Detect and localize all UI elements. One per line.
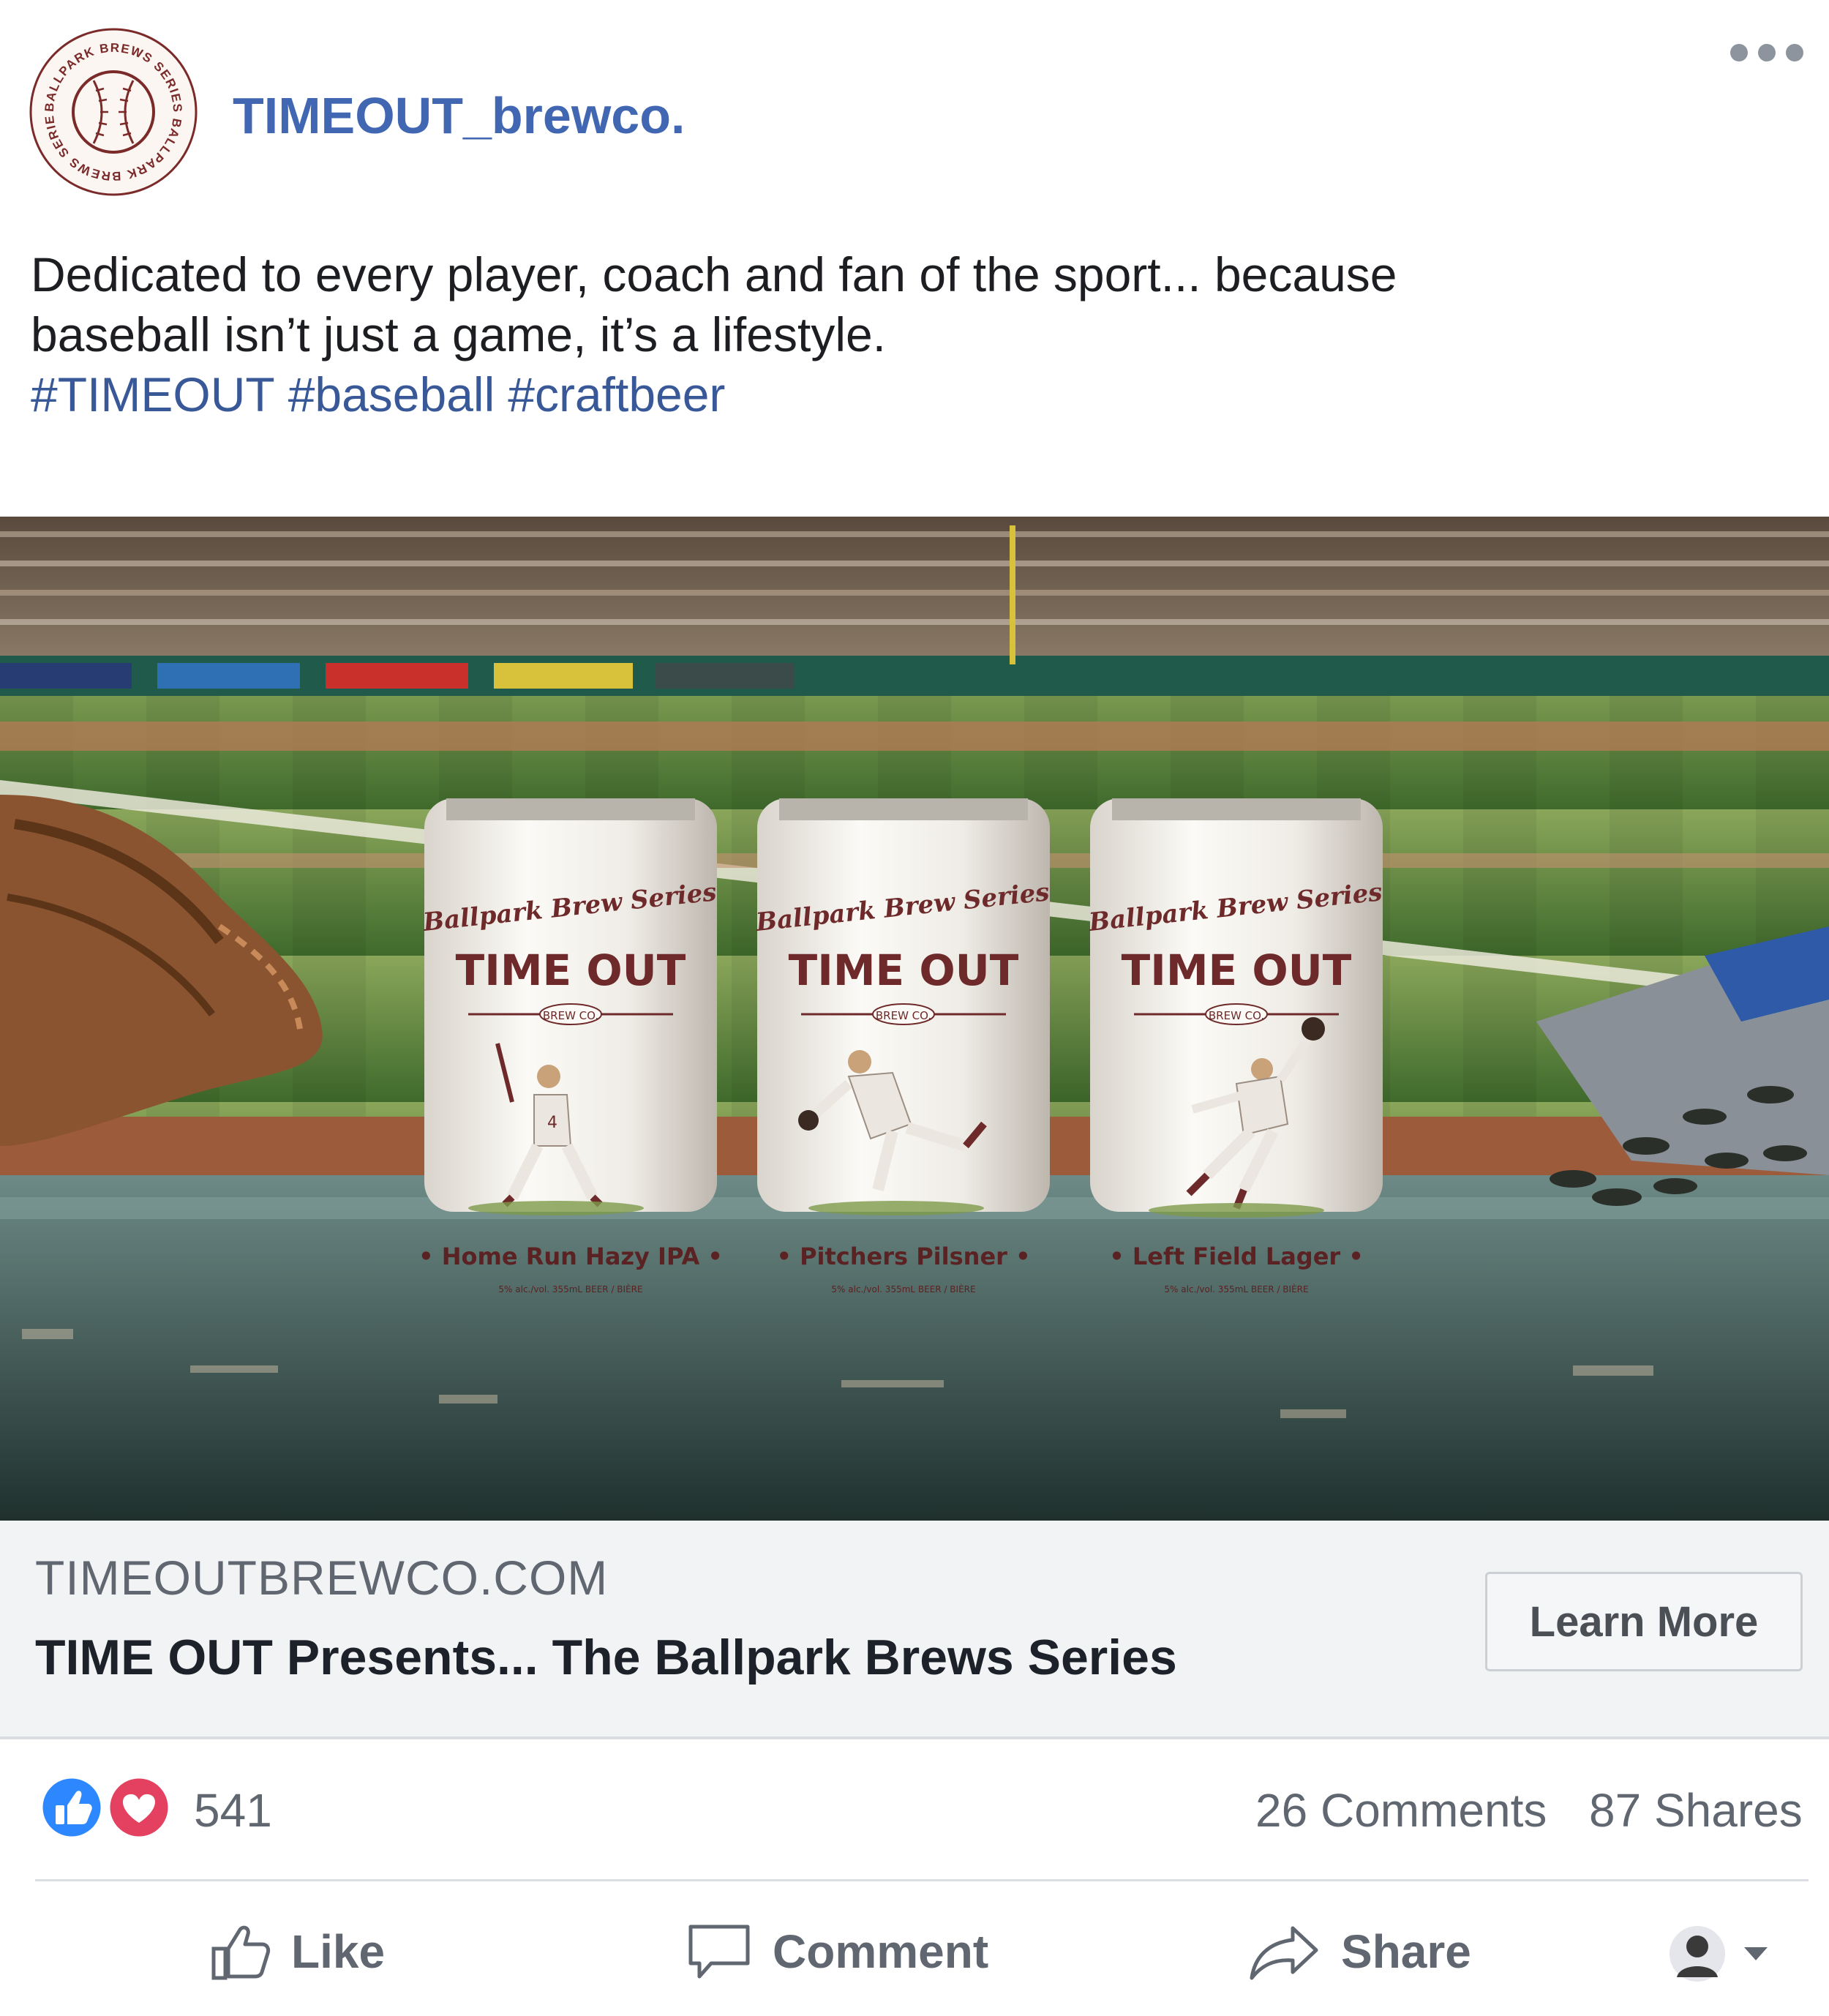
caption-line-2: baseball isn’t just a game, it’s a lifes… bbox=[31, 307, 887, 361]
can-2-brand: TIME OUT bbox=[789, 945, 1019, 995]
comment-bubble-icon bbox=[688, 1925, 750, 1979]
hashtag-list: #TIMEOUT #baseball #craftbeer bbox=[31, 364, 1787, 424]
reaction-count[interactable]: 541 bbox=[194, 1783, 272, 1837]
can-1-fine-print: 5% alc./vol. 355mL BEER / BIÈRE bbox=[498, 1284, 642, 1294]
comment-label: Comment bbox=[773, 1925, 989, 1978]
more-options-icon[interactable] bbox=[1730, 40, 1803, 65]
link-domain: TIMEOUTBREWCO.COM bbox=[35, 1551, 609, 1605]
post-image[interactable]: Ballpark Brew Series TIME OUT BREW CO. 4… bbox=[0, 517, 1829, 1521]
like-reaction-icon bbox=[39, 1775, 105, 1840]
dot bbox=[1786, 44, 1803, 61]
caret-down-icon bbox=[1744, 1947, 1768, 1960]
comment-button[interactable]: Comment bbox=[686, 1921, 988, 1982]
link-title[interactable]: TIME OUT Presents... The Ballpark Brews … bbox=[35, 1629, 1177, 1686]
hashtag-baseball[interactable]: #baseball bbox=[288, 364, 495, 424]
can-2-fine-print: 5% alc./vol. 355mL BEER / BIÈRE bbox=[831, 1284, 975, 1294]
love-reaction-icon bbox=[106, 1775, 172, 1840]
can-3-brand: TIME OUT bbox=[1122, 945, 1352, 995]
like-button[interactable]: Like bbox=[209, 1921, 385, 1982]
can-3-sub: BREW CO. bbox=[1209, 1009, 1264, 1022]
hashtag-craftbeer[interactable]: #craftbeer bbox=[508, 364, 725, 424]
thumbs-up-icon bbox=[211, 1925, 271, 1980]
like-label: Like bbox=[291, 1925, 386, 1978]
can-3-name: • Left Field Lager • bbox=[1109, 1243, 1364, 1270]
can-2-sub: BREW CO. bbox=[876, 1009, 931, 1022]
divider bbox=[35, 1879, 1809, 1881]
page-name-link[interactable]: TIMEOUT_brewco. bbox=[233, 86, 685, 145]
share-label: Share bbox=[1341, 1925, 1471, 1978]
learn-more-button[interactable]: Learn More bbox=[1485, 1572, 1803, 1671]
shares-count-link[interactable]: 87 Shares bbox=[1589, 1783, 1803, 1837]
can-3-fine-print: 5% alc./vol. 355mL BEER / BIÈRE bbox=[1164, 1284, 1308, 1294]
dot bbox=[1730, 44, 1748, 61]
can-1-sub: BREW CO. bbox=[543, 1009, 598, 1022]
reaction-icons[interactable] bbox=[38, 1775, 173, 1840]
can-1-name: • Home Run Hazy IPA • bbox=[418, 1243, 723, 1270]
can-2-name: • Pitchers Pilsner • bbox=[776, 1243, 1030, 1270]
profile-selector[interactable] bbox=[1668, 1925, 1769, 1983]
comments-count-link[interactable]: 26 Comments bbox=[1255, 1783, 1547, 1837]
page-logo-avatar[interactable]: BALLPARK BREWS SERIES BALLPARK BREWS SER… bbox=[29, 28, 198, 196]
can-1-jersey-number: 4 bbox=[547, 1114, 557, 1132]
can-1-brand: TIME OUT bbox=[456, 945, 686, 995]
beer-cans-baseball-photo: Ballpark Brew Series TIME OUT BREW CO. 4… bbox=[0, 517, 1829, 1521]
share-arrow-icon bbox=[1250, 1926, 1318, 1980]
user-avatar bbox=[1670, 1926, 1725, 1982]
post-caption: Dedicated to every player, coach and fan… bbox=[31, 244, 1787, 424]
baseball-icon bbox=[72, 70, 155, 154]
dot bbox=[1758, 44, 1776, 61]
hashtag-timeout[interactable]: #TIMEOUT bbox=[31, 364, 275, 424]
share-button[interactable]: Share bbox=[1247, 1921, 1471, 1982]
caption-line-1: Dedicated to every player, coach and fan… bbox=[31, 247, 1397, 301]
link-preview-card[interactable]: TIMEOUTBREWCO.COM TIME OUT Presents... T… bbox=[0, 1521, 1829, 1739]
